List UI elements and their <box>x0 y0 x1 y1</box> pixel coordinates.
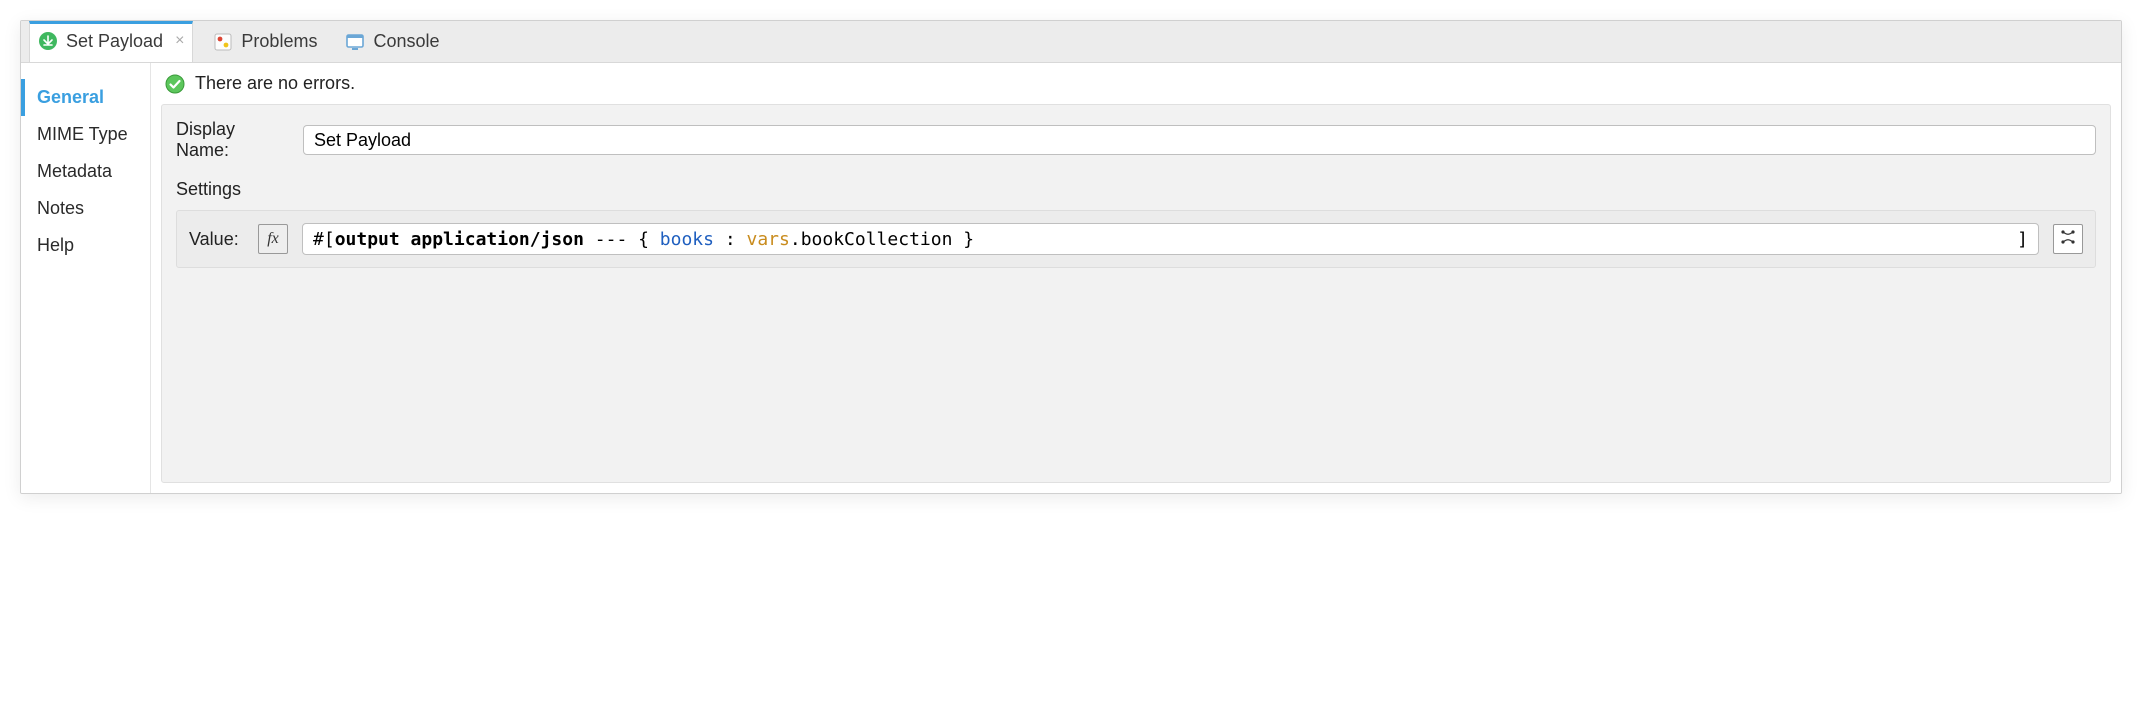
fx-icon: fx <box>267 230 279 248</box>
form-area: Display Name: Settings Value: fx #[ outp… <box>161 104 2111 483</box>
close-icon[interactable]: × <box>175 32 184 50</box>
sidebar: General MIME Type Metadata Notes Help <box>21 63 151 493</box>
expand-button[interactable] <box>2053 224 2083 254</box>
tab-label: Problems <box>241 31 317 52</box>
editor-window: Set Payload × Problems Console <box>20 20 2122 494</box>
sidebar-item-label: Metadata <box>37 161 112 181</box>
tab-label: Set Payload <box>66 31 163 52</box>
status-row: There are no errors. <box>151 63 2121 104</box>
settings-block: Value: fx #[ output application/json ---… <box>176 210 2096 268</box>
console-icon <box>345 32 365 52</box>
ok-icon <box>165 74 185 94</box>
display-name-label: Display Name: <box>176 119 291 161</box>
sidebar-item-notes[interactable]: Notes <box>21 190 150 227</box>
content: General MIME Type Metadata Notes Help <box>21 63 2121 493</box>
set-payload-icon <box>38 31 58 51</box>
sidebar-item-label: Notes <box>37 198 84 218</box>
value-label: Value: <box>189 229 244 250</box>
main-panel: There are no errors. Display Name: Setti… <box>151 63 2121 493</box>
sidebar-item-mime-type[interactable]: MIME Type <box>21 116 150 153</box>
tab-label: Console <box>373 31 439 52</box>
sidebar-item-label: Help <box>37 235 74 255</box>
value-row: Value: fx #[ output application/json ---… <box>189 223 2083 255</box>
sidebar-item-general[interactable]: General <box>21 79 150 116</box>
sidebar-item-help[interactable]: Help <box>21 227 150 264</box>
value-expression-input[interactable]: #[ output application/json --- { books :… <box>302 223 2039 255</box>
tab-console[interactable]: Console <box>337 21 447 62</box>
sidebar-item-label: MIME Type <box>37 124 128 144</box>
tab-set-payload[interactable]: Set Payload × <box>29 21 193 62</box>
expand-icon <box>2059 228 2077 251</box>
tab-problems[interactable]: Problems <box>205 21 325 62</box>
problems-icon <box>213 32 233 52</box>
display-name-row: Display Name: <box>176 119 2096 161</box>
settings-label: Settings <box>176 179 2096 200</box>
tabbar: Set Payload × Problems Console <box>21 21 2121 63</box>
display-name-input[interactable] <box>303 125 2096 155</box>
fx-button[interactable]: fx <box>258 224 288 254</box>
sidebar-item-metadata[interactable]: Metadata <box>21 153 150 190</box>
sidebar-item-label: General <box>37 87 104 107</box>
status-text: There are no errors. <box>195 73 355 94</box>
